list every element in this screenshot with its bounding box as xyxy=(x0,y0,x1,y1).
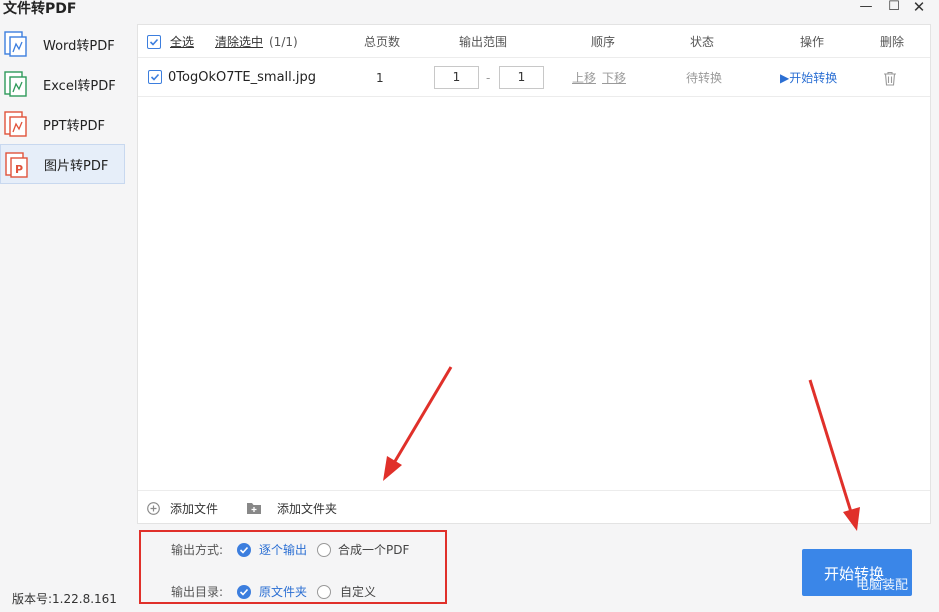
maximize-button[interactable]: ☐ xyxy=(881,0,907,16)
output-dir-custom-radio[interactable] xyxy=(317,585,331,599)
clear-selection-link[interactable]: 清除选中 xyxy=(215,25,263,59)
panel-footer: 添加文件 添加文件夹 xyxy=(138,490,930,524)
output-mode-label: 输出方式: xyxy=(171,543,224,557)
checkmark-icon xyxy=(239,546,249,554)
output-mode-merge-radio[interactable] xyxy=(317,543,331,557)
page-count: 1 xyxy=(376,71,384,85)
version-label: 版本号:1.22.8.161 xyxy=(12,592,117,606)
selection-count: (1/1) xyxy=(269,35,298,49)
file-name: 0TogOkO7TE_small.jpg xyxy=(168,70,317,85)
add-file-button[interactable]: 添加文件 xyxy=(147,491,218,525)
table-header: 全选 清除选中 (1/1) 总页数 输出范围 顺序 状态 操作 删除 xyxy=(138,25,930,58)
output-options: 输出方式: 逐个输出 合成一个PDF 输出目录: 原文件夹 自定义 xyxy=(139,530,447,604)
close-button[interactable]: ✕ xyxy=(906,0,932,16)
ppt-doc-icon xyxy=(4,111,27,137)
column-header-status: 状态 xyxy=(690,35,715,49)
column-header-delete: 删除 xyxy=(880,35,905,49)
trash-icon[interactable] xyxy=(883,71,897,86)
sidebar-item-excel[interactable]: Excel转PDF xyxy=(0,64,125,104)
output-mode-individual-radio[interactable] xyxy=(237,543,251,557)
checkmark-icon xyxy=(149,38,159,46)
status-text: 待转换 xyxy=(686,71,723,85)
checkmark-icon xyxy=(150,73,160,81)
folder-plus-icon xyxy=(247,503,261,514)
plus-circle-icon xyxy=(147,501,160,515)
start-convert-link[interactable]: ▶开始转换 xyxy=(780,59,837,97)
select-all-link[interactable]: 全选 xyxy=(170,25,194,59)
sidebar-item-image[interactable]: P 图片转PDF xyxy=(0,144,125,184)
sidebar-item-word[interactable]: Word转PDF xyxy=(0,24,125,64)
output-dir-original-radio[interactable] xyxy=(237,585,251,599)
output-dir-original-label[interactable]: 原文件夹 xyxy=(259,582,307,602)
sidebar-item-label: Word转PDF xyxy=(43,38,115,54)
checkmark-icon xyxy=(239,588,249,596)
sidebar-item-label: Excel转PDF xyxy=(43,78,116,94)
move-up-link[interactable]: 上移 xyxy=(572,59,596,97)
excel-doc-icon xyxy=(4,71,27,97)
title-bar: 文件转PDF — ☐ ✕ xyxy=(0,0,939,18)
add-folder-button[interactable]: 添加文件夹 xyxy=(246,491,337,525)
move-down-link[interactable]: 下移 xyxy=(602,59,626,97)
range-from-input[interactable]: 1 xyxy=(434,66,479,89)
output-mode-individual-label[interactable]: 逐个输出 xyxy=(259,540,307,560)
range-separator: - xyxy=(486,71,491,85)
sidebar: Word转PDF Excel转PDF PPT转PDF P 图片转PDF xyxy=(0,24,126,184)
app-title: 文件转PDF xyxy=(3,1,77,17)
sidebar-item-label: 图片转PDF xyxy=(44,158,109,174)
column-header-order: 顺序 xyxy=(591,35,616,49)
column-header-action: 操作 xyxy=(800,35,825,49)
app-window: 文件转PDF — ☐ ✕ Word转PDF Excel转PDF PPT转PDF … xyxy=(0,0,939,612)
watermark: 电脑装配 xyxy=(856,578,909,593)
column-header-range: 输出范围 xyxy=(459,35,508,49)
add-folder-label: 添加文件夹 xyxy=(277,501,338,516)
add-file-label: 添加文件 xyxy=(170,501,219,516)
output-dir-row: 输出目录: 原文件夹 自定义 xyxy=(141,582,445,602)
row-checkbox[interactable] xyxy=(148,70,162,84)
output-mode-merge-label[interactable]: 合成一个PDF xyxy=(338,540,409,560)
sidebar-item-label: PPT转PDF xyxy=(43,118,105,134)
image-doc-icon: P xyxy=(5,152,28,178)
output-mode-row: 输出方式: 逐个输出 合成一个PDF xyxy=(141,540,445,560)
output-dir-label: 输出目录: xyxy=(171,585,224,599)
file-list-panel: 全选 清除选中 (1/1) 总页数 输出范围 顺序 状态 操作 删除 0TogO… xyxy=(137,24,931,524)
svg-text:P: P xyxy=(15,163,23,176)
column-header-pages: 总页数 xyxy=(364,35,401,49)
output-dir-custom-label[interactable]: 自定义 xyxy=(340,582,376,602)
minimize-button[interactable]: — xyxy=(853,0,879,16)
word-doc-icon xyxy=(4,31,27,57)
select-all-checkbox[interactable] xyxy=(147,35,161,49)
sidebar-item-ppt[interactable]: PPT转PDF xyxy=(0,104,125,144)
table-row: 0TogOkO7TE_small.jpg 1 1 - 1 上移 下移 待转换 ▶… xyxy=(138,59,930,97)
range-to-input[interactable]: 1 xyxy=(499,66,544,89)
